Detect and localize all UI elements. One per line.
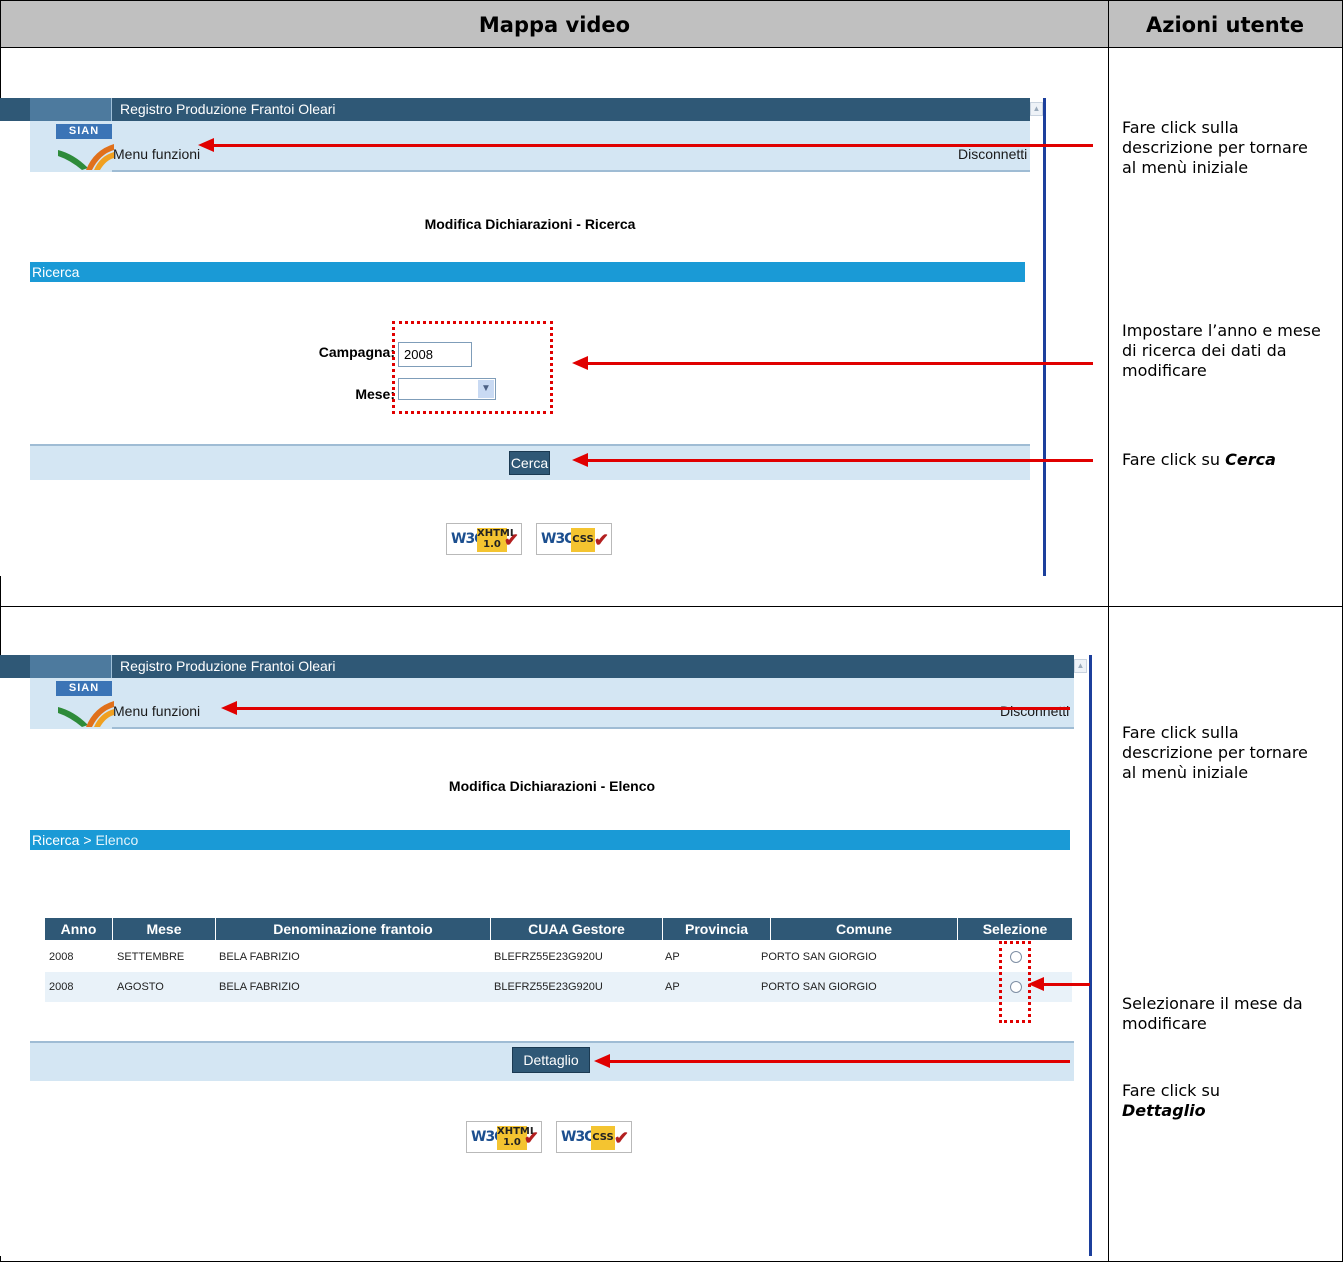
note-menu-2: Fare click sulla descrizione per tornare…: [1122, 723, 1308, 782]
table-header-row: Mappa video Azioni utente: [1, 1, 1342, 48]
disconnetti-link[interactable]: Disconnetti: [1000, 703, 1069, 719]
css-badge-label: CSS: [591, 1126, 615, 1150]
note-cerca: Fare click su Cerca: [1122, 450, 1276, 469]
header-mappa-video: Mappa video: [478, 12, 631, 37]
arrow-selezione: [1028, 977, 1090, 991]
app-title: Registro Produzione Frantoi Oleari: [120, 658, 336, 674]
highlight-selezione-column: [999, 941, 1031, 1023]
arrow-search-fields: [572, 356, 1093, 370]
sian-logo-text: SIAN: [56, 681, 112, 696]
campagna-label: Campagna:: [318, 344, 395, 360]
cell-mese: SETTEMBRE: [117, 951, 185, 963]
cell-mese: AGOSTO: [117, 981, 164, 993]
menu-funzioni-link[interactable]: Menu funzioni: [113, 146, 200, 162]
note-search-fields: Impostare l’anno e mese di ricerca dei d…: [1122, 321, 1321, 380]
sian-logo-swoosh-icon: [58, 701, 114, 727]
cell-cuaa: BLEFRZ55E23G920U: [494, 981, 603, 993]
xhtml-badge-label: XHTML 1.0: [477, 528, 517, 552]
checkmark-icon: ✔: [523, 1128, 539, 1148]
w3c-xhtml-badge[interactable]: W3C XHTML 1.0 ✔: [466, 1121, 542, 1153]
header-azioni-utente: Azioni utente: [1145, 12, 1305, 37]
table-row: 2008 SETTEMBRE BELA FABRIZIO BLEFRZ55E23…: [45, 942, 1072, 972]
section-bar-ricerca: Ricerca: [30, 262, 1025, 282]
app-title-bar: Registro Produzione Frantoi Oleari: [0, 98, 1030, 121]
table-row: 2008 AGOSTO BELA FABRIZIO BLEFRZ55E23G92…: [45, 972, 1072, 1002]
sian-logo-swoosh-icon: [58, 144, 114, 170]
cell-anno: 2008: [49, 981, 74, 993]
column-divider: [1108, 1, 1109, 1262]
cerca-button[interactable]: Cerca: [509, 451, 550, 475]
arrow-menu-funzioni: [198, 138, 1093, 152]
page-title: Modifica Dichiarazioni - Elenco: [448, 778, 656, 794]
col-selezione: Selezione: [982, 921, 1048, 937]
w3c-xhtml-badge[interactable]: W3C XHTML 1.0 ✔: [446, 523, 522, 555]
col-mese: Mese: [113, 918, 216, 940]
breadcrumb: Ricerca > Elenco: [30, 830, 1070, 850]
arrow-dettaglio-button: [594, 1054, 1070, 1068]
cell-cuaa: BLEFRZ55E23G920U: [494, 951, 603, 963]
col-provincia: Provincia: [663, 918, 771, 940]
note-menu-1: Fare click sulla descrizione per tornare…: [1122, 118, 1308, 177]
note-dettaglio: Fare click su Dettaglio: [1122, 1081, 1221, 1120]
css-badge-label: CSS: [571, 528, 595, 552]
checkmark-icon: ✔: [613, 1128, 629, 1148]
app-title: Registro Produzione Frantoi Oleari: [120, 101, 336, 117]
note-dettaglio-bold: Dettaglio: [1122, 1101, 1206, 1120]
window-border: [1089, 655, 1092, 1256]
highlight-search-fields: [392, 321, 553, 414]
disconnetti-link[interactable]: Disconnetti: [958, 146, 1027, 162]
breadcrumb-ricerca[interactable]: Ricerca: [32, 832, 79, 848]
scroll-up-icon[interactable]: ▲: [1074, 659, 1087, 673]
w3c-logo-text: W3C: [541, 531, 574, 547]
checkmark-icon: ✔: [503, 530, 519, 550]
note-selezione: Selezionare il mese da modificare: [1122, 994, 1303, 1033]
page-title: Modifica Dichiarazioni - Ricerca: [424, 216, 636, 232]
xhtml-badge-label: XHTML 1.0: [497, 1126, 537, 1150]
cell-anno: 2008: [49, 951, 74, 963]
scroll-up-icon[interactable]: ▲: [1030, 102, 1043, 116]
cell-provincia: AP: [665, 981, 680, 993]
arrow-menu-funzioni: [221, 701, 1070, 715]
screenshot-elenco: Registro Produzione Frantoi Oleari SIAN …: [0, 655, 1098, 1256]
w3c-css-badge[interactable]: W3C CSS ✔: [556, 1121, 632, 1153]
w3c-logo-text: W3C: [561, 1129, 594, 1145]
sian-logo-text: SIAN: [56, 124, 112, 139]
cell-denominazione: BELA FABRIZIO: [219, 951, 300, 963]
cell-provincia: AP: [665, 951, 680, 963]
w3c-css-badge[interactable]: W3C CSS ✔: [536, 523, 612, 555]
mese-label: Mese:: [355, 386, 395, 402]
arrow-cerca-button: [572, 453, 1093, 467]
window-border: [1043, 98, 1046, 576]
note-cerca-bold: Cerca: [1225, 450, 1276, 469]
app-title-bar: Registro Produzione Frantoi Oleari: [0, 655, 1074, 678]
dettaglio-button[interactable]: Dettaglio: [512, 1047, 590, 1073]
cell-comune: PORTO SAN GIORGIO: [761, 981, 877, 993]
sian-logo: SIAN: [30, 655, 114, 729]
col-comune: Comune: [771, 918, 958, 940]
col-cuaa: CUAA Gestore: [491, 918, 663, 940]
table-header: Anno Mese Denominazione frantoio CUAA Ge…: [45, 918, 1072, 940]
cell-denominazione: BELA FABRIZIO: [219, 981, 300, 993]
breadcrumb-separator: >: [79, 832, 96, 848]
sian-logo: SIAN: [30, 98, 114, 172]
cell-comune: PORTO SAN GIORGIO: [761, 951, 877, 963]
menu-funzioni-link[interactable]: Menu funzioni: [113, 703, 200, 719]
checkmark-icon: ✔: [593, 530, 609, 550]
col-denominazione: Denominazione frantoio: [216, 918, 491, 940]
col-anno: Anno: [45, 918, 113, 940]
breadcrumb-elenco: Elenco: [95, 832, 139, 848]
row-divider: [1, 606, 1342, 607]
